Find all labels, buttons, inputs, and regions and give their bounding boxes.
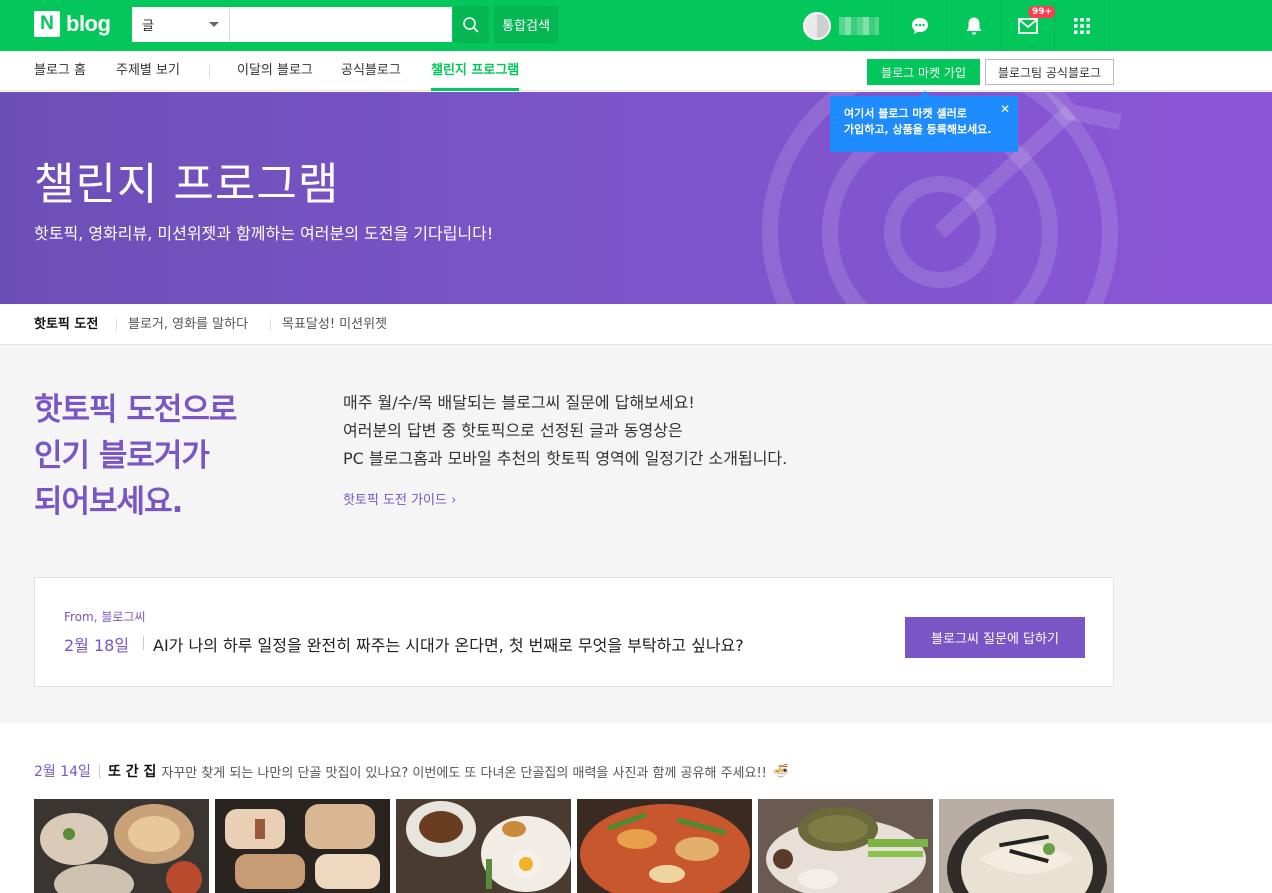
- blog-team-official-button[interactable]: 블로그팀 공식블로그: [985, 59, 1114, 85]
- nav-challenge-program[interactable]: 챌린지 프로그램: [431, 51, 520, 91]
- hero-subtitle: 핫토픽, 영화리뷰, 미션위젯과 함께하는 여러분의 도전을 기다립니다!: [34, 224, 494, 243]
- intro-headline: 핫토픽 도전으로 인기 블로거가 되어보세요.: [34, 387, 237, 525]
- naver-n-icon: N: [34, 11, 60, 37]
- question-divider: [143, 636, 144, 650]
- question-date: 2월 18일: [64, 636, 130, 655]
- mail-icon: [1017, 17, 1038, 34]
- tab-divider: [116, 319, 117, 331]
- hero-title: 챌린지 프로그램: [34, 159, 340, 210]
- search-scope-label: 글: [142, 19, 154, 34]
- topic-divider: [98, 764, 100, 778]
- topic-section: 2월 14일 또 간 집 자꾸만 찾게 되는 나만의 단골 맛집이 있나요? 이…: [0, 723, 1272, 893]
- nav-topic-view[interactable]: 주제별 보기: [116, 51, 180, 91]
- noodle-emoji-icon: 🍜: [772, 763, 790, 779]
- description-line: PC 블로그홈과 모바일 추천의 핫토픽 영역에 일정기간 소개됩니다.: [343, 449, 788, 468]
- sub-navigation: 블로그 홈 주제별 보기 이달의 블로그 공식블로그 챌린지 프로그램 블로그 …: [0, 51, 1272, 91]
- user-profile[interactable]: [803, 12, 879, 40]
- tooltip-line-1: 여기서 블로그 마켓 셀러로: [844, 107, 967, 120]
- food-photo[interactable]: [758, 799, 933, 893]
- close-icon[interactable]: ✕: [1000, 101, 1010, 117]
- topic-header: 2월 14일 또 간 집 자꾸만 찾게 되는 나만의 단골 맛집이 있나요? 이…: [34, 761, 789, 781]
- hot-topic-section: 핫토픽 도전으로 인기 블로거가 되어보세요. 매주 월/수/목 배달되는 블로…: [0, 345, 1272, 723]
- bell-icon: [966, 17, 981, 35]
- avatar: [803, 12, 831, 40]
- tooltip-line-2: 가입하고, 상품을 등록해보세요.: [844, 123, 992, 136]
- mail-count-badge: 99+: [1028, 6, 1057, 18]
- photo-strip: [34, 799, 1114, 893]
- topic-title: 또 간 집: [107, 764, 157, 780]
- nav-official-blog[interactable]: 공식블로그: [341, 51, 401, 91]
- tab-divider: [270, 319, 271, 331]
- nav-monthly-blog[interactable]: 이달의 블로그: [237, 51, 313, 91]
- description-line: 여러분의 답변 중 핫토픽으로 선정된 글과 동영상은: [343, 421, 683, 440]
- food-photo[interactable]: [215, 799, 390, 893]
- search-button[interactable]: [453, 6, 489, 43]
- naver-blog-logo[interactable]: N blog: [34, 11, 111, 37]
- hero-banner: 챌린지 프로그램 핫토픽, 영화리뷰, 미션위젯과 함께하는 여러분의 도전을 …: [0, 92, 1272, 304]
- tab-mission-widget[interactable]: 목표달성! 미션위젯: [282, 304, 387, 345]
- food-photo[interactable]: [939, 799, 1114, 893]
- top-bar: N blog 글 통합검색 99+: [0, 0, 1272, 51]
- question-text: AI가 나의 하루 일정을 완전히 짜주는 시대가 온다면, 첫 번째로 무엇을…: [153, 636, 744, 655]
- grid-icon: [1074, 17, 1090, 34]
- search-box: 글: [131, 6, 453, 43]
- chevron-down-icon: [209, 22, 219, 27]
- search-icon: [463, 16, 479, 33]
- answer-question-button[interactable]: 블로그씨 질문에 답하기: [905, 617, 1085, 658]
- question-from: From, 블로그씨: [64, 610, 146, 624]
- description-line: 매주 월/수/목 배달되는 블로그씨 질문에 답해보세요!: [343, 393, 695, 412]
- headline-line: 핫토픽 도전으로: [34, 392, 237, 428]
- search-scope-select[interactable]: 글: [132, 7, 230, 42]
- topic-date: 2월 14일: [34, 764, 91, 780]
- chat-button[interactable]: [892, 0, 946, 51]
- integrated-search-button[interactable]: 통합검색: [494, 6, 558, 43]
- intro-description: 매주 월/수/목 배달되는 블로그씨 질문에 답해보세요! 여러분의 답변 중 …: [343, 389, 787, 473]
- username-blurred: [839, 17, 879, 35]
- top-icons: 99+: [892, 0, 1110, 51]
- search-input[interactable]: [230, 7, 452, 42]
- challenge-tabs: 핫토픽 도전 블로거, 영화를 말하다 목표달성! 미션위젯: [0, 304, 1272, 345]
- notification-button[interactable]: [946, 0, 1000, 51]
- chat-bubble-icon: [911, 17, 928, 34]
- market-tooltip: 여기서 블로그 마켓 셀러로 가입하고, 상품을 등록해보세요. ✕: [830, 91, 1018, 152]
- blogc-question-card: From, 블로그씨 2월 18일 AI가 나의 하루 일정을 완전히 짜주는 …: [34, 577, 1114, 687]
- nav-blog-home[interactable]: 블로그 홈: [34, 51, 86, 91]
- tab-movie-review[interactable]: 블로거, 영화를 말하다: [128, 304, 248, 345]
- mail-button[interactable]: 99+: [1000, 0, 1057, 51]
- blog-wordmark: blog: [66, 11, 111, 36]
- apps-menu-button[interactable]: [1054, 0, 1110, 51]
- tab-hot-topic[interactable]: 핫토픽 도전: [34, 304, 98, 345]
- hot-topic-guide-link[interactable]: 핫토픽 도전 가이드 ›: [343, 489, 456, 508]
- topic-text: 자꾸만 찾게 되는 나만의 단골 맛집이 있나요? 이번에도 또 다녀온 단골집…: [161, 765, 767, 781]
- nav-divider: [209, 65, 210, 78]
- food-photo[interactable]: [577, 799, 752, 893]
- food-photo[interactable]: [34, 799, 209, 893]
- headline-line: 되어보세요.: [34, 484, 183, 520]
- food-photo[interactable]: [396, 799, 571, 893]
- blog-market-join-button[interactable]: 블로그 마켓 가입: [867, 59, 980, 85]
- headline-line: 인기 블로거가: [34, 438, 210, 474]
